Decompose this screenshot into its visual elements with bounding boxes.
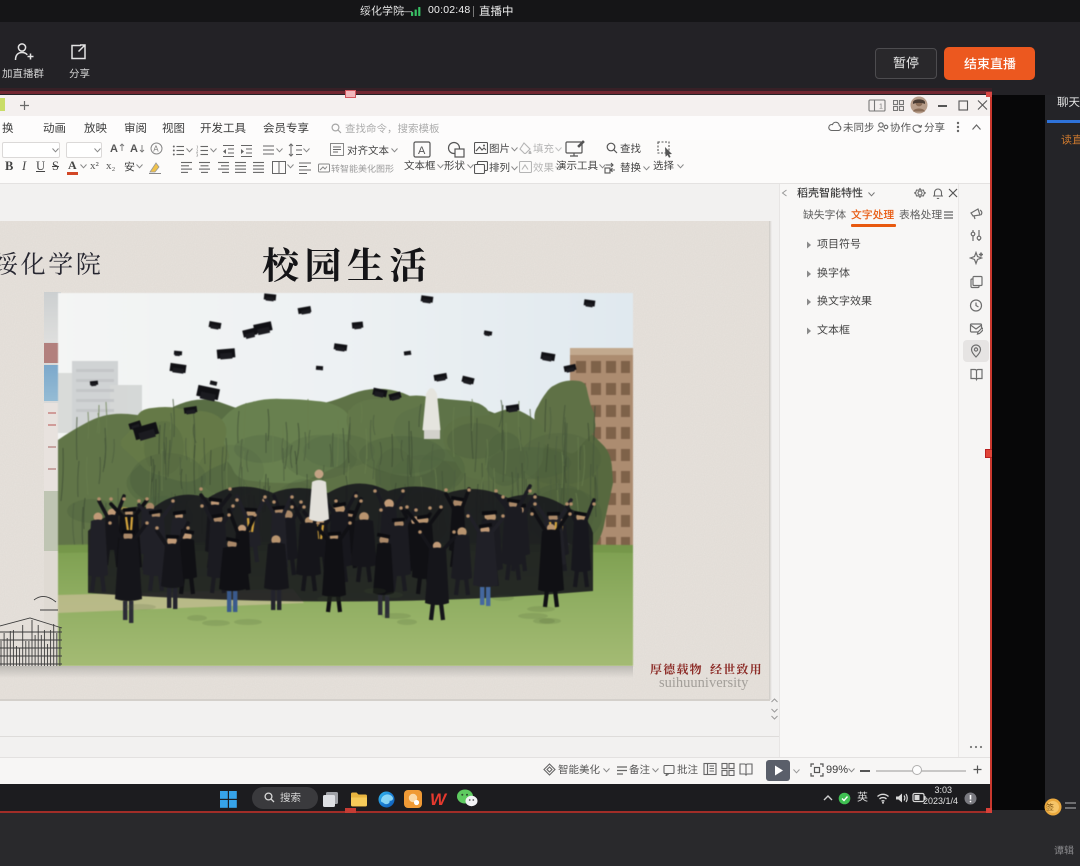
svg-text:3: 3 xyxy=(196,152,199,157)
svg-text:A: A xyxy=(153,145,159,154)
svg-text:A: A xyxy=(418,145,426,157)
svg-text:W: W xyxy=(430,790,448,808)
svg-text:1: 1 xyxy=(879,104,883,111)
